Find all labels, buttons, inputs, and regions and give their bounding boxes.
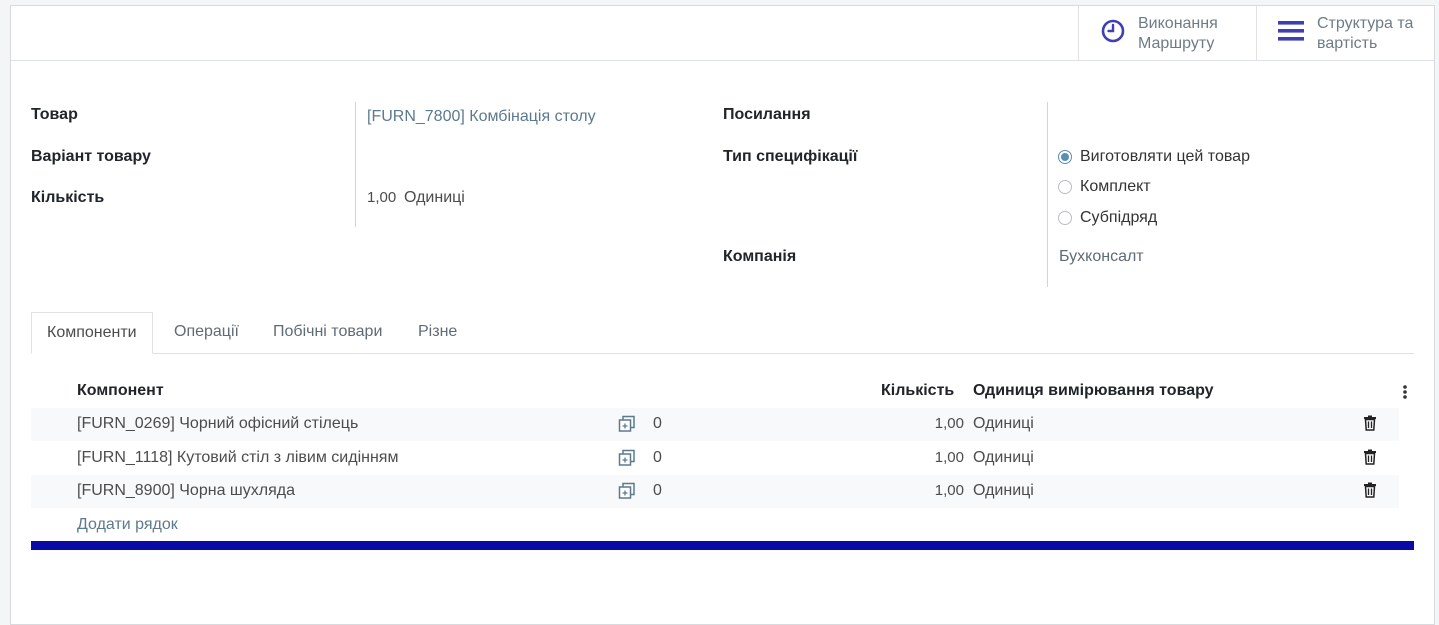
product-field[interactable]: [FURN_7800] Комбінація столу	[367, 108, 596, 126]
bars-icon	[1278, 20, 1304, 48]
radio-dot	[1058, 211, 1072, 225]
uom-cell[interactable]: Одиниці	[973, 415, 1034, 433]
column-uom[interactable]: Одиниця вимірювання товару	[973, 382, 1214, 400]
copy-icon[interactable]	[618, 415, 636, 438]
copy-icon[interactable]	[618, 482, 636, 505]
copy-icon[interactable]	[618, 449, 636, 472]
button-box: Виконання Маршруту Структура та вартість	[11, 6, 1434, 61]
column-options-icon[interactable]	[1402, 384, 1408, 405]
component-cell[interactable]: [FURN_8900] Чорна шухляда	[77, 482, 295, 500]
field-separator	[355, 102, 356, 227]
tab-misc[interactable]: Різне	[418, 312, 457, 354]
trash-icon[interactable]	[1363, 482, 1377, 503]
field-separator	[1047, 102, 1048, 287]
product-label: Товар	[31, 106, 78, 123]
quantity-field[interactable]: 1,00	[367, 189, 396, 206]
component-cell[interactable]: [FURN_1118] Кутовий стіл з лівим сидіння…	[77, 449, 398, 467]
trash-icon[interactable]	[1363, 449, 1377, 470]
tab-operations[interactable]: Операції	[174, 312, 239, 354]
clock-icon	[1101, 19, 1125, 49]
table-bottom-bar	[31, 541, 1414, 550]
table-row[interactable]: [FURN_0269] Чорний офісний стілець 0 1,0…	[31, 408, 1399, 441]
bom-type-radio-manufacture[interactable]: Виготовляти цей товар	[1058, 148, 1250, 166]
bom-type-label: Тип специфікації	[723, 148, 858, 165]
form-sheet: Виконання Маршруту Структура та вартість…	[10, 5, 1435, 625]
bom-type-radio-subcontracting[interactable]: Субпідряд	[1058, 209, 1157, 227]
table-row[interactable]: [FURN_1118] Кутовий стіл з лівим сидіння…	[31, 442, 1399, 475]
count-cell: 0	[653, 415, 662, 432]
radio-dot	[1058, 150, 1072, 164]
radio-label: Виготовляти цей товар	[1080, 148, 1250, 165]
table-header: Компонент Кількість Одиниця вимірювання …	[31, 378, 1414, 408]
quantity-label: Кількість	[31, 189, 105, 206]
company-label: Компанія	[723, 248, 797, 265]
trash-icon[interactable]	[1363, 415, 1377, 436]
count-cell: 0	[653, 449, 662, 466]
quantity-cell[interactable]: 1,00	[911, 449, 964, 466]
column-component[interactable]: Компонент	[77, 382, 164, 400]
bom-type-radio-kit[interactable]: Комплект	[1058, 178, 1151, 196]
component-cell[interactable]: [FURN_0269] Чорний офісний стілець	[77, 415, 358, 433]
table-row[interactable]: [FURN_8900] Чорна шухляда 0 1,00 Одиниці	[31, 475, 1399, 508]
add-line-link[interactable]: Додати рядок	[77, 516, 178, 534]
structure-cost-label: Структура та вартість	[1317, 14, 1414, 52]
radio-dot	[1058, 180, 1072, 194]
company-field[interactable]: Бухконсалт	[1059, 248, 1144, 266]
tab-byproducts[interactable]: Побічні товари	[273, 312, 382, 354]
routing-performance-label: Виконання Маршруту	[1138, 14, 1218, 52]
variant-field[interactable]	[367, 148, 687, 168]
reference-label: Посилання	[723, 106, 811, 123]
column-quantity[interactable]: Кількість	[881, 382, 954, 400]
quantity-cell[interactable]: 1,00	[911, 482, 964, 499]
radio-label: Комплект	[1080, 178, 1151, 195]
count-cell: 0	[653, 482, 662, 499]
uom-cell[interactable]: Одиниці	[973, 482, 1034, 500]
routing-performance-button[interactable]: Виконання Маршруту	[1078, 6, 1256, 61]
reference-field[interactable]	[1059, 106, 1419, 126]
structure-cost-button[interactable]: Структура та вартість	[1256, 6, 1436, 61]
quantity-uom-field[interactable]: Одиниці	[404, 189, 465, 207]
notebook-tabs: Компоненти Операції Побічні товари Різне	[31, 312, 1414, 354]
uom-cell[interactable]: Одиниці	[973, 449, 1034, 467]
tab-components[interactable]: Компоненти	[31, 312, 153, 354]
radio-label: Субпідряд	[1080, 209, 1158, 226]
variant-label: Варіант товару	[31, 148, 151, 165]
quantity-cell[interactable]: 1,00	[911, 415, 964, 432]
